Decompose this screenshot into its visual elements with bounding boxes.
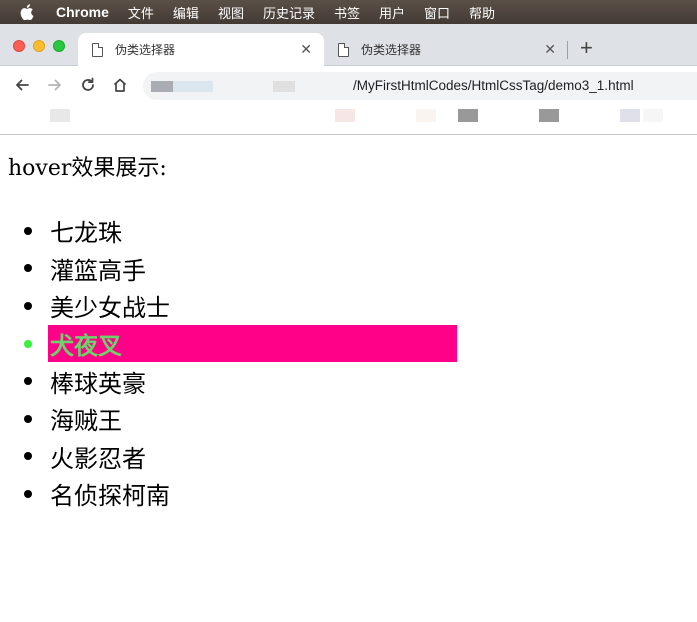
list-item[interactable]: 海贼王 (0, 400, 457, 438)
document-icon (338, 42, 349, 57)
list-item[interactable]: 棒球英豪 (0, 362, 457, 400)
bookmark-item[interactable] (458, 109, 478, 122)
new-tab-button[interactable]: + (580, 37, 593, 59)
document-icon (92, 42, 103, 57)
tab-title: 伪类选择器 (115, 43, 176, 57)
forward-arrow-icon[interactable] (45, 75, 65, 95)
tab-close-icon[interactable]: ✕ (544, 42, 556, 58)
back-arrow-icon[interactable] (12, 75, 32, 95)
window-minimize-button[interactable] (33, 40, 45, 52)
menu-edit[interactable]: 编辑 (173, 3, 199, 22)
bullet-icon (24, 226, 32, 235)
menu-people[interactable]: 用户 (379, 3, 405, 22)
home-icon[interactable] (110, 75, 130, 95)
menu-bookmarks[interactable]: 书签 (334, 3, 360, 22)
bookmark-item[interactable] (539, 109, 559, 122)
tab-close-icon[interactable]: ✕ (300, 42, 312, 58)
tab-title: 伪类选择器 (361, 43, 422, 57)
list-item-label: 犬夜叉 (50, 331, 122, 361)
tab-active[interactable]: 伪类选择器 ✕ (78, 33, 324, 66)
bookmark-item[interactable] (643, 109, 663, 122)
address-bar[interactable]: /MyFirstHtmlCodes/HtmlCssTag/demo3_1.htm… (143, 72, 697, 100)
bullet-icon (24, 452, 32, 461)
tab-separator (567, 41, 568, 59)
redacted-host (173, 81, 213, 92)
window-zoom-button[interactable] (53, 40, 65, 52)
site-info-icon[interactable] (151, 81, 173, 92)
list-item[interactable]: 灌篮高手 (0, 250, 457, 288)
list-item-label: 火影忍者 (50, 444, 146, 473)
list-item-label: 美少女战士 (50, 294, 170, 323)
list-item-label: 海贼王 (50, 407, 122, 436)
url-text[interactable]: /MyFirstHtmlCodes/HtmlCssTag/demo3_1.htm… (353, 78, 634, 93)
menu-history[interactable]: 历史记录 (263, 3, 315, 22)
window-close-button[interactable] (13, 40, 25, 52)
list-item-label: 灌篮高手 (50, 256, 146, 285)
page-content: hover效果展示: 七龙珠 灌篮高手 美少女战士 犬夜叉 棒球英豪 海贼王 火… (0, 136, 697, 622)
bullet-icon (24, 264, 32, 273)
bullet-icon (24, 339, 32, 348)
bookmark-item[interactable] (335, 109, 355, 122)
anime-list: 七龙珠 灌篮高手 美少女战士 犬夜叉 棒球英豪 海贼王 火影忍者 名侦探柯南 (0, 212, 457, 513)
bookmark-item[interactable] (50, 109, 70, 122)
bullet-icon (24, 377, 32, 386)
apple-logo-icon[interactable] (20, 4, 34, 20)
list-item-label: 名侦探柯南 (50, 482, 170, 511)
tab-strip: 伪类选择器 ✕ 伪类选择器 ✕ + (0, 24, 697, 66)
menu-help[interactable]: 帮助 (469, 3, 495, 22)
bullet-icon (24, 489, 32, 498)
tab-inactive[interactable]: 伪类选择器 ✕ (330, 33, 568, 66)
browser-toolbar: /MyFirstHtmlCodes/HtmlCssTag/demo3_1.htm… (0, 66, 697, 105)
reload-icon[interactable] (78, 75, 98, 95)
list-item[interactable]: 七龙珠 (0, 212, 457, 250)
bookmark-item[interactable] (620, 109, 640, 122)
list-item[interactable]: 名侦探柯南 (0, 475, 457, 513)
list-item-hovered[interactable]: 犬夜叉 (0, 324, 457, 363)
page-heading: hover效果展示: (8, 156, 167, 181)
redacted-host (273, 81, 295, 92)
menu-file[interactable]: 文件 (128, 3, 154, 22)
menu-window[interactable]: 窗口 (424, 3, 450, 22)
menu-view[interactable]: 视图 (218, 3, 244, 22)
bullet-icon (24, 301, 32, 310)
list-item[interactable]: 火影忍者 (0, 438, 457, 476)
bullet-icon (24, 414, 32, 423)
bookmark-item[interactable] (416, 109, 436, 122)
menu-app-chrome[interactable]: Chrome (56, 4, 109, 20)
bookmarks-bar (0, 105, 697, 135)
list-item[interactable]: 美少女战士 (0, 287, 457, 325)
list-item-label: 七龙珠 (50, 219, 122, 248)
list-item-label: 棒球英豪 (50, 369, 146, 398)
macos-menu-bar: Chrome 文件 编辑 视图 历史记录 书签 用户 窗口 帮助 (0, 0, 697, 24)
